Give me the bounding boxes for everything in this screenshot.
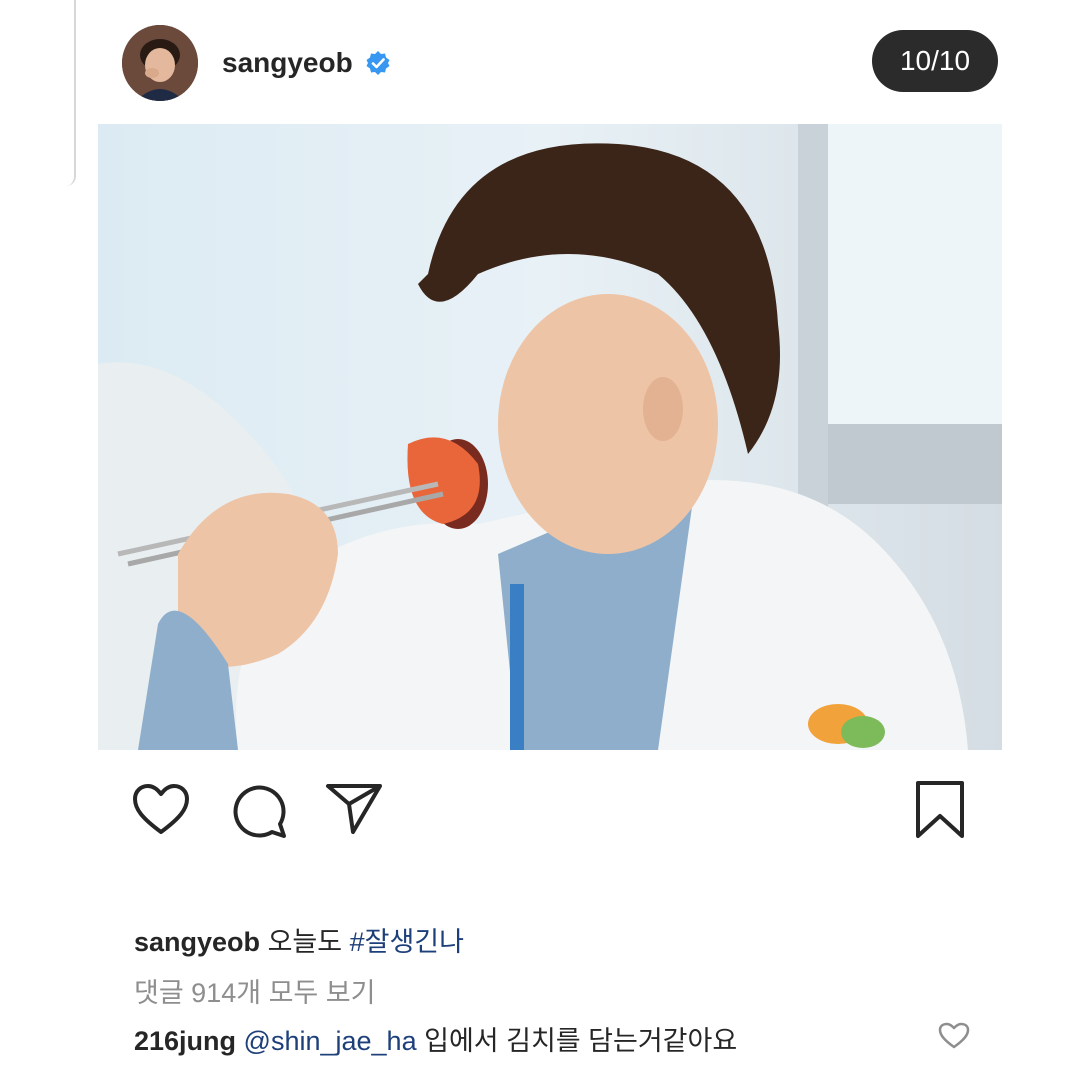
post-caption: sangyeob 오늘도 #잘생긴나	[134, 920, 464, 959]
bookmark-icon[interactable]	[914, 780, 966, 840]
screen-edge-divider	[66, 0, 76, 186]
heart-icon[interactable]	[132, 784, 190, 836]
caption-text: 오늘도	[267, 927, 343, 957]
avatar[interactable]	[122, 25, 198, 101]
comment-text: 입에서 김치를 담는거같아요	[424, 1026, 738, 1056]
header-username[interactable]: sangyeob	[222, 47, 353, 79]
view-all-comments-link[interactable]: 댓글 914개 모두 보기	[134, 971, 375, 1010]
post-photo[interactable]	[98, 124, 1002, 750]
comment-heart-icon[interactable]	[938, 1022, 970, 1050]
comment-row: 216jung @shin_jae_ha 입에서 김치를 담는거같아요	[134, 1019, 737, 1058]
post-header: sangyeob	[122, 25, 391, 101]
page-counter-badge: 10/10	[872, 30, 998, 92]
caption-username[interactable]: sangyeob	[134, 927, 260, 957]
verified-badge-icon	[366, 51, 390, 75]
caption-hashtag[interactable]: #잘생긴나	[350, 927, 464, 957]
comment-icon[interactable]	[230, 782, 288, 840]
share-icon[interactable]	[325, 782, 383, 836]
comment-username[interactable]: 216jung	[134, 1026, 236, 1056]
post-action-bar	[0, 778, 1080, 842]
comment-mention[interactable]: @shin_jae_ha	[244, 1026, 417, 1056]
